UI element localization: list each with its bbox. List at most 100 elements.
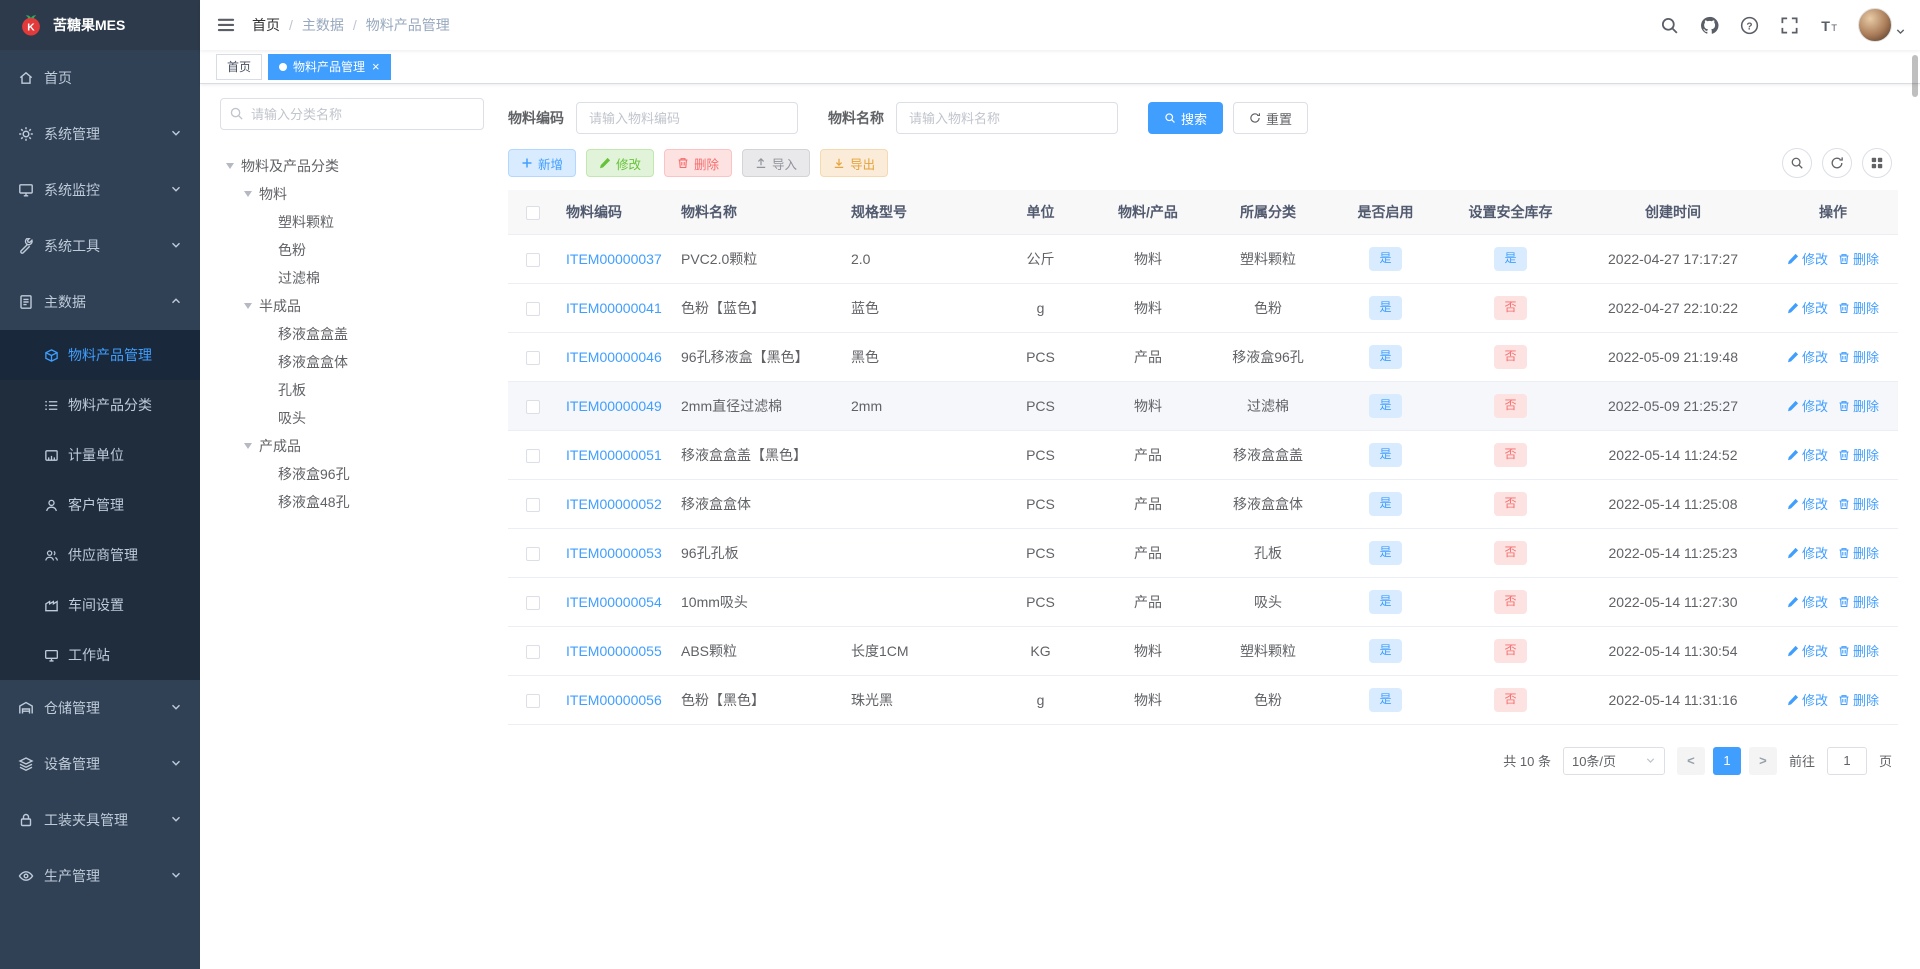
sidebar-item-production-management[interactable]: 生产管理 [0,848,200,904]
add-button[interactable]: 新增 [508,149,577,177]
page-scrollbar[interactable] [1912,55,1918,97]
sidebar-item-material-product-management[interactable]: 物料产品管理 [0,330,200,380]
delete-row-link[interactable]: 删除 [1838,396,1879,415]
edit-row-link[interactable]: 修改 [1787,445,1828,464]
tree-node[interactable]: 色粉 [220,236,484,264]
sidebar-item-customer-management[interactable]: 客户管理 [0,480,200,530]
tree-node[interactable]: 物料及产品分类 [220,152,484,180]
sidebar-item-fixture-management[interactable]: 工装夹具管理 [0,792,200,848]
next-page-button[interactable]: > [1748,746,1777,775]
tree-node[interactable]: 物料 [220,180,484,208]
row-checkbox[interactable] [526,644,540,659]
tree-node[interactable]: 塑料颗粒 [220,208,484,236]
item-code-link[interactable]: ITEM00000041 [566,300,662,316]
tree-node[interactable]: 移液盒96孔 [220,460,484,488]
item-code-link[interactable]: ITEM00000056 [566,692,662,708]
row-checkbox[interactable] [526,301,540,316]
font-size-icon[interactable]: TT [1812,5,1846,45]
sidebar-item-warehouse-management[interactable]: 仓储管理 [0,680,200,736]
app-logo[interactable]: K 苦糖果MES [0,0,200,50]
edit-row-link[interactable]: 修改 [1787,494,1828,513]
delete-row-link[interactable]: 删除 [1838,592,1879,611]
item-code-link[interactable]: ITEM00000046 [566,349,662,365]
edit-row-link[interactable]: 修改 [1787,298,1828,317]
row-checkbox[interactable] [526,448,540,463]
edit-row-link[interactable]: 修改 [1787,543,1828,562]
refresh-button[interactable] [1822,148,1852,178]
sidebar-toggle-icon[interactable] [200,15,252,35]
sidebar-item-master-data[interactable]: 主数据 [0,274,200,330]
tab-material-product-management[interactable]: 物料产品管理 × [268,53,391,80]
row-checkbox[interactable] [526,497,540,512]
tab-close-icon[interactable]: × [372,60,380,73]
github-icon[interactable] [1692,5,1726,45]
delete-button[interactable]: 删除 [664,149,733,177]
material-code-input[interactable] [576,102,798,134]
delete-row-link[interactable]: 删除 [1838,298,1879,317]
user-menu[interactable] [1858,8,1906,42]
tree-node[interactable]: 移液盒盒盖 [220,320,484,348]
select-all-checkbox[interactable] [526,205,540,220]
prev-page-button[interactable]: < [1676,746,1705,775]
reset-button[interactable]: 重置 [1233,102,1309,134]
tab-home[interactable]: 首页 [216,53,263,80]
goto-page-input[interactable] [1826,746,1867,775]
sidebar-item-system-tools[interactable]: 系统工具 [0,218,200,274]
delete-row-link[interactable]: 删除 [1838,249,1879,268]
category-search-input[interactable] [220,98,484,130]
edit-row-link[interactable]: 修改 [1787,641,1828,660]
delete-row-link[interactable]: 删除 [1838,543,1879,562]
tree-node[interactable]: 过滤棉 [220,264,484,292]
header-search-icon[interactable] [1652,5,1686,45]
tree-node[interactable]: 移液盒48孔 [220,488,484,516]
row-checkbox[interactable] [526,252,540,267]
sidebar-item-device-management[interactable]: 设备管理 [0,736,200,792]
fullscreen-icon[interactable] [1772,5,1806,45]
sidebar-item-material-product-category[interactable]: 物料产品分类 [0,380,200,430]
tree-node[interactable]: 移液盒盒体 [220,348,484,376]
tree-node[interactable]: 产成品 [220,432,484,460]
columns-button[interactable] [1862,148,1892,178]
tree-node[interactable]: 半成品 [220,292,484,320]
export-button[interactable]: 导出 [820,149,889,177]
sidebar-item-home[interactable]: 首页 [0,50,200,106]
sidebar-item-workstation[interactable]: 工作站 [0,630,200,680]
item-code-link[interactable]: ITEM00000053 [566,545,662,561]
item-code-link[interactable]: ITEM00000054 [566,594,662,610]
sidebar-item-workshop-settings[interactable]: 车间设置 [0,580,200,630]
edit-row-link[interactable]: 修改 [1787,592,1828,611]
item-code-link[interactable]: ITEM00000037 [566,251,662,267]
row-checkbox[interactable] [526,546,540,561]
item-code-link[interactable]: ITEM00000049 [566,398,662,414]
row-checkbox[interactable] [526,399,540,414]
edit-row-link[interactable]: 修改 [1787,690,1828,709]
row-checkbox[interactable] [526,350,540,365]
delete-row-link[interactable]: 删除 [1838,347,1879,366]
page-size-select[interactable]: 10条/页 [1562,746,1665,775]
delete-row-link[interactable]: 删除 [1838,494,1879,513]
avatar[interactable] [1858,8,1892,42]
item-code-link[interactable]: ITEM00000052 [566,496,662,512]
import-button[interactable]: 导入 [742,149,811,177]
item-code-link[interactable]: ITEM00000051 [566,447,662,463]
sidebar-item-system-monitor[interactable]: 系统监控 [0,162,200,218]
material-name-input[interactable] [896,102,1118,134]
edit-button[interactable]: 修改 [586,149,655,177]
sidebar-item-supplier-management[interactable]: 供应商管理 [0,530,200,580]
tree-node[interactable]: 吸头 [220,404,484,432]
delete-row-link[interactable]: 删除 [1838,445,1879,464]
page-1-button[interactable]: 1 [1712,746,1741,775]
edit-row-link[interactable]: 修改 [1787,249,1828,268]
search-toggle-button[interactable] [1782,148,1812,178]
row-checkbox[interactable] [526,693,540,708]
item-code-link[interactable]: ITEM00000055 [566,643,662,659]
delete-row-link[interactable]: 删除 [1838,641,1879,660]
tree-node[interactable]: 孔板 [220,376,484,404]
search-button[interactable]: 搜索 [1148,102,1224,134]
breadcrumb-home[interactable]: 首页 [252,15,280,35]
edit-row-link[interactable]: 修改 [1787,396,1828,415]
help-icon[interactable]: ? [1732,5,1766,45]
sidebar-item-measure-unit[interactable]: 计量单位 [0,430,200,480]
sidebar-item-system-management[interactable]: 系统管理 [0,106,200,162]
delete-row-link[interactable]: 删除 [1838,690,1879,709]
